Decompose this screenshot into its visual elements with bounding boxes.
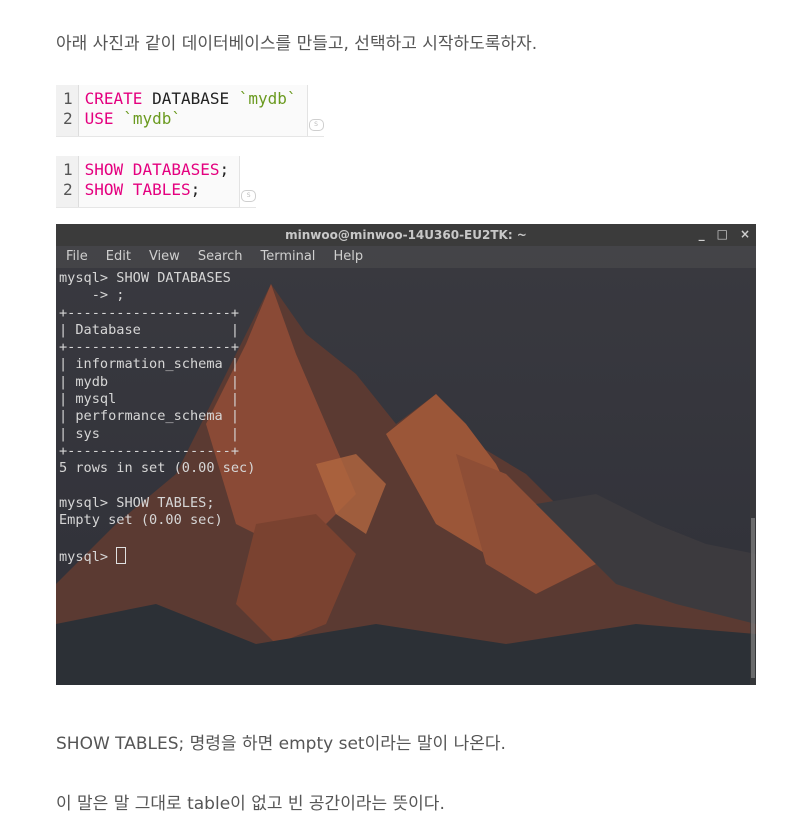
terminal-prompt: mysql> [59, 548, 117, 565]
maximize-icon[interactable]: □ [717, 224, 728, 246]
code-content[interactable]: SHOW DATABASES; SHOW TABLES; [78, 156, 240, 207]
copy-code-icon[interactable]: S [308, 119, 324, 131]
terminal-line: | performance_schema | [59, 408, 240, 425]
code-keyword: SHOW TABLES [84, 180, 191, 199]
code-block-create-database: 1 2 CREATE DATABASE `mydb` USE `mydb` S [56, 85, 324, 137]
code-keyword: SHOW DATABASES [84, 160, 220, 179]
terminal-scrollbar[interactable] [750, 268, 756, 685]
copy-area: S [239, 156, 257, 207]
menu-file[interactable]: File [56, 246, 96, 268]
line-number: 2 [63, 109, 73, 128]
scrollbar-thumb[interactable] [751, 518, 755, 678]
minimize-icon[interactable]: _ [699, 224, 705, 246]
terminal-screenshot: minwoo@minwoo-14U360-EU2TK: ~ _ □ × File… [56, 224, 756, 685]
terminal-line: | mydb | [59, 373, 240, 390]
terminal-line: | Database | [59, 321, 240, 338]
terminal-prompt-line: mysql> [59, 546, 255, 566]
code-text: DATABASE [142, 89, 239, 108]
terminal-titlebar: minwoo@minwoo-14U360-EU2TK: ~ _ □ × [56, 224, 756, 246]
close-icon[interactable]: × [740, 224, 750, 246]
menu-help[interactable]: Help [323, 246, 371, 268]
copy-code-icon[interactable]: S [241, 190, 257, 202]
code-keyword: USE [84, 109, 114, 128]
menu-edit[interactable]: Edit [96, 246, 139, 268]
terminal-cursor [116, 546, 127, 564]
terminal-line: +--------------------+ [59, 304, 240, 321]
window-controls: _ □ × [699, 224, 750, 246]
code-text: ; [219, 160, 230, 179]
code-text: ; [190, 180, 201, 199]
line-number-gutter: 1 2 [56, 156, 79, 207]
line-number: 1 [63, 160, 73, 179]
code-block-show-commands: 1 2 SHOW DATABASES; SHOW TABLES; S [56, 156, 257, 208]
line-number: 2 [63, 180, 73, 199]
intro-paragraph: 아래 사진과 같이 데이터베이스를 만들고, 선택하고 시작하도록하자. [56, 34, 538, 54]
line-number-gutter: 1 2 [56, 85, 79, 136]
terminal-line: | sys | [59, 425, 240, 442]
code-keyword: CREATE [84, 89, 143, 108]
terminal-output: mysql> SHOW DATABASES -> ; +-------------… [59, 270, 255, 566]
menu-search[interactable]: Search [188, 246, 251, 268]
code-line: SHOW DATABASES; [85, 160, 230, 180]
code-line: SHOW TABLES; [85, 180, 230, 200]
terminal-line: Empty set (0.00 sec) [59, 512, 223, 529]
menu-view[interactable]: View [139, 246, 188, 268]
menu-terminal[interactable]: Terminal [250, 246, 323, 268]
code-identifier: `mydb` [123, 109, 181, 128]
terminal-line: | information_schema | [59, 356, 240, 373]
terminal-line: mysql> SHOW DATABASES [59, 270, 231, 286]
code-identifier: `mydb` [238, 89, 297, 108]
terminal-line: +--------------------+ [59, 442, 240, 459]
terminal-line: -> ; [59, 287, 125, 304]
copy-area: S [306, 85, 324, 136]
terminal-title: minwoo@minwoo-14U360-EU2TK: ~ [285, 228, 527, 242]
terminal-line: 5 rows in set (0.00 sec) [59, 460, 256, 477]
terminal-line: +--------------------+ [59, 339, 240, 356]
paragraph-empty-meaning: 이 말은 말 그대로 table이 없고 빈 공간이라는 뜻이다. [56, 794, 445, 814]
terminal-line: mysql> SHOW TABLES; [59, 494, 215, 511]
code-line: USE `mydb` [85, 109, 297, 129]
terminal-menubar: File Edit View Search Terminal Help [56, 246, 756, 268]
paragraph-show-tables: SHOW TABLES; 명령을 하면 empty set이라는 말이 나온다. [56, 734, 506, 754]
line-number: 1 [63, 89, 73, 108]
code-line: CREATE DATABASE `mydb` [85, 89, 297, 109]
terminal-line: | mysql | [59, 391, 240, 408]
code-content[interactable]: CREATE DATABASE `mydb` USE `mydb` [78, 85, 307, 136]
